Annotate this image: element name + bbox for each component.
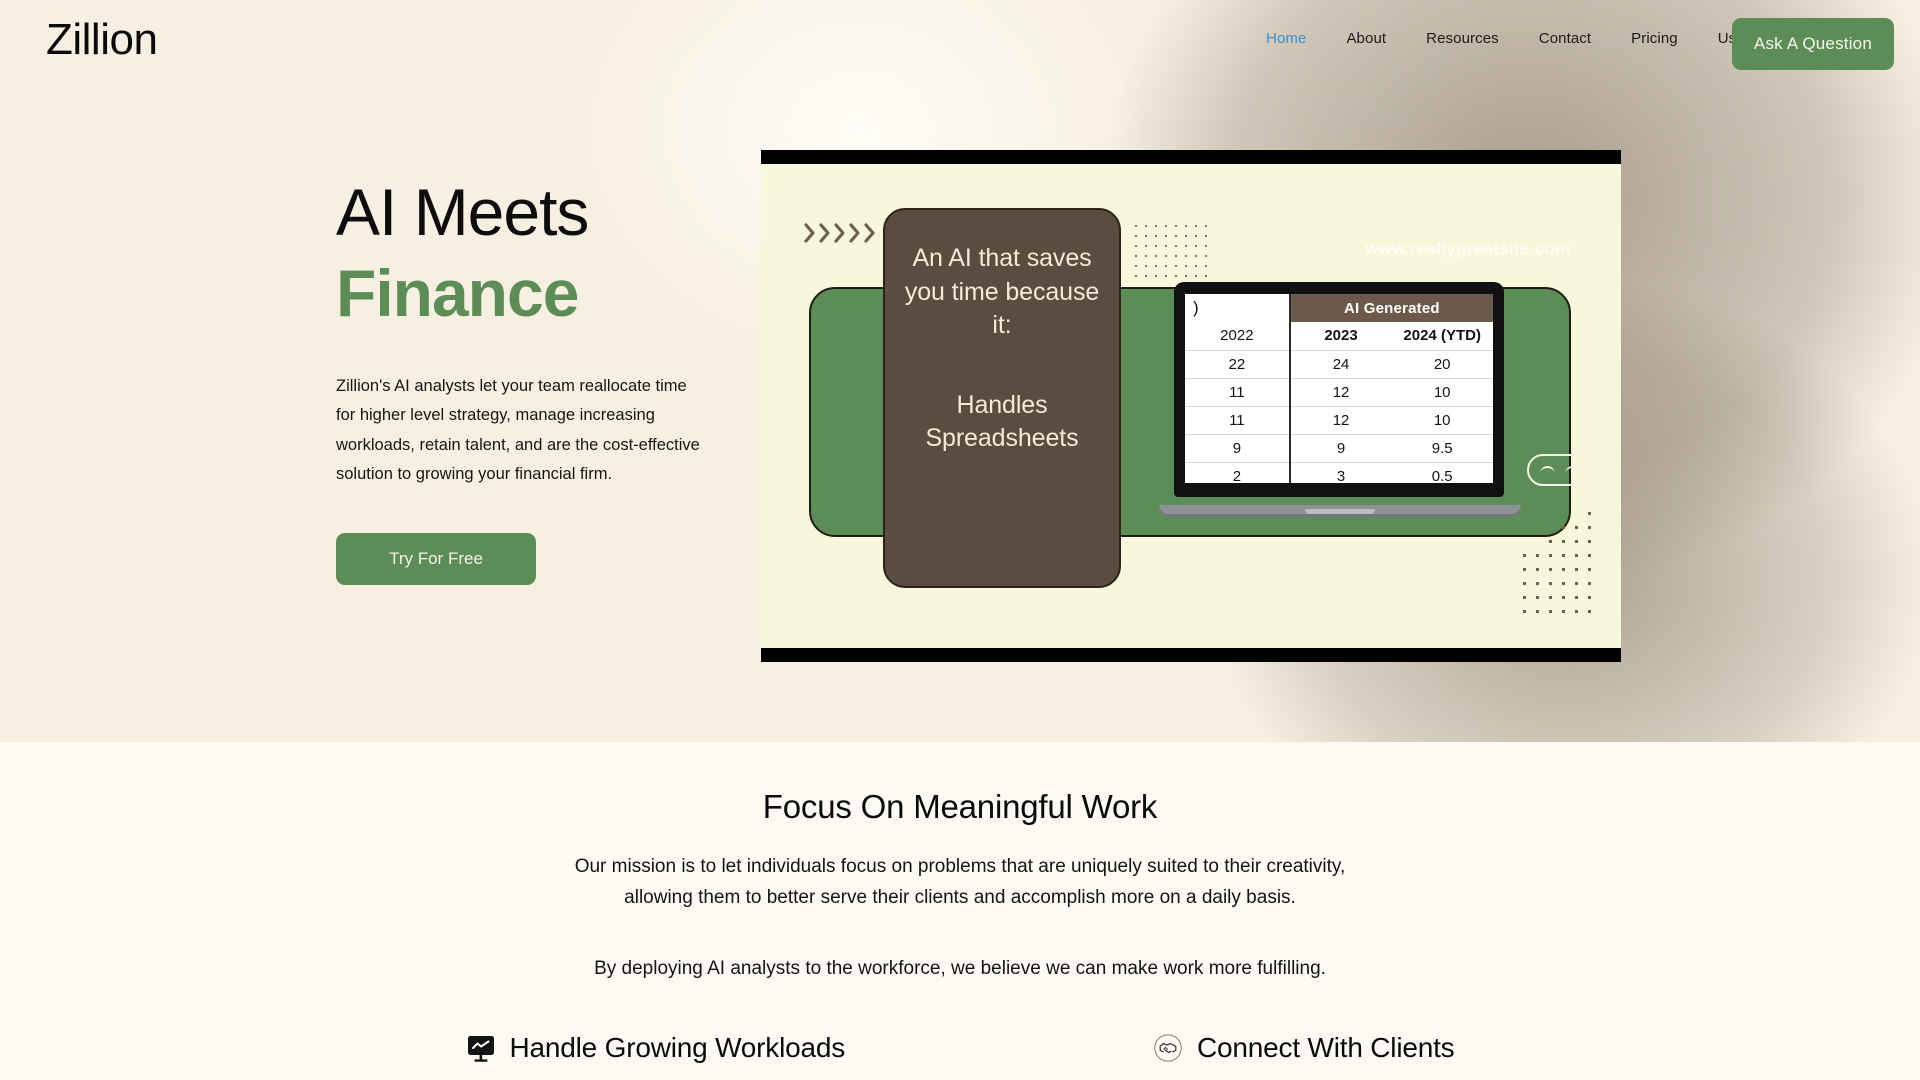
column-header-2024-ytd: 2024 (YTD) (1391, 322, 1493, 351)
nav-links: Home About Resources Contact Pricing Use… (1266, 30, 1792, 47)
features-row: Handle Growing Workloads Connect With Cl… (0, 1016, 1920, 1080)
card-top-bar (761, 150, 1621, 164)
cell: 12 (1289, 406, 1392, 435)
smiley-eye-right (1565, 466, 1581, 474)
section-title-focus-on-meaningful-work: Focus On Meaningful Work (762, 788, 1158, 825)
chevrons-icon (803, 222, 877, 244)
cell: 0.5 (1391, 462, 1493, 483)
nav-link-resources[interactable]: Resources (1426, 30, 1499, 47)
hero-paragraph: Zillion's AI analysts let your team real… (336, 376, 700, 483)
dot-triangle-pattern-icon (1506, 512, 1591, 634)
ask-a-question-button[interactable]: Ask A Question (1731, 18, 1894, 70)
mission-note: By deploying AI analysts to the workforc… (594, 957, 1326, 979)
cell: 10 (1391, 406, 1493, 435)
mission-body-line-2: allowing them to better serve their clie… (624, 886, 1296, 908)
spreadsheet-body: 22 24 20 11 12 10 11 12 10 9 9 9.5 2 3 0… (1185, 350, 1493, 483)
table-row-column-headers: 2022 2023 2024 (YTD) (1185, 322, 1493, 351)
merged-header-ai-generated: AI Generated (1289, 294, 1493, 322)
feature-item-handle-growing-workloads[interactable]: Handle Growing Workloads (466, 1016, 846, 1080)
laptop-screen: ) AI Generated 2022 2023 2024 (YTD) 22 2… (1185, 294, 1493, 483)
brand-logo[interactable]: Zillion (46, 18, 158, 62)
hero-copy-block: AI Meets Finance Zillion's AI analysts l… (336, 175, 766, 586)
partial-left-header: ) (1185, 294, 1291, 322)
cell: 10 (1391, 378, 1493, 407)
card-canvas: www.reallygreatsite.com ) AI Generated 2… (761, 164, 1621, 648)
card-bottom-bar (761, 648, 1621, 662)
column-header-2022: 2022 (1185, 322, 1291, 351)
cell: 12 (1289, 378, 1392, 407)
top-navigation-bar: Zillion Home About Resources Contact Pri… (0, 0, 1920, 78)
callout-line-2: Handles Spreadsheets (925, 390, 1079, 453)
nav-link-home[interactable]: Home (1266, 30, 1306, 47)
cell: 9.5 (1391, 434, 1493, 463)
cell: 11 (1185, 406, 1291, 435)
nav-link-pricing[interactable]: Pricing (1631, 30, 1678, 47)
smiley-face-icon (1527, 454, 1593, 486)
spreadsheet-head: ) AI Generated 2022 2023 2024 (YTD) (1185, 294, 1493, 351)
cell: 9 (1289, 434, 1392, 463)
callout-line-1: An AI that saves you time because it: (904, 244, 1100, 339)
spreadsheet-table: ) AI Generated 2022 2023 2024 (YTD) 22 2… (1185, 294, 1493, 483)
table-row-merged-header: ) AI Generated (1185, 294, 1493, 322)
cell: 24 (1289, 350, 1392, 379)
table-row: 11 12 10 (1185, 406, 1493, 435)
mission-body-line-1: Our mission is to let individuals focus … (574, 856, 1346, 877)
cell: 20 (1391, 350, 1493, 379)
laptop-lid: ) AI Generated 2022 2023 2024 (YTD) 22 2… (1174, 282, 1504, 497)
feature-label: Handle Growing Workloads (509, 1032, 846, 1063)
table-row: 2 3 0.5 (1185, 462, 1493, 483)
hero-title-line-2: Finance (336, 256, 579, 331)
nav-link-about[interactable]: About (1346, 30, 1386, 47)
table-row: 11 12 10 (1185, 378, 1493, 407)
monitor-chart-icon (466, 1033, 496, 1063)
cell: 9 (1185, 434, 1291, 463)
hero-illustration-card: www.reallygreatsite.com ) AI Generated 2… (761, 150, 1621, 662)
nav-link-contact[interactable]: Contact (1539, 30, 1591, 47)
hero-title-line-1: AI Meets (336, 175, 589, 249)
feature-label: Connect With Clients (1197, 1032, 1455, 1063)
laptop-base (1159, 505, 1521, 517)
laptop-notch (1305, 509, 1375, 514)
hero-section: Zillion Home About Resources Contact Pri… (0, 0, 1920, 742)
handshake-icon (1153, 1033, 1183, 1063)
smiley-eye-left (1539, 466, 1555, 474)
feature-item-connect-with-clients[interactable]: Connect With Clients (1153, 1016, 1455, 1080)
try-for-free-button[interactable]: Try For Free (336, 533, 536, 586)
mission-body: Our mission is to let individuals focus … (0, 852, 1920, 914)
column-header-2023: 2023 (1289, 322, 1392, 351)
cell: 3 (1289, 462, 1392, 483)
cell: 2 (1185, 462, 1291, 483)
table-row: 22 24 20 (1185, 350, 1493, 379)
dot-grid-pattern-icon (1131, 221, 1213, 279)
watermark-text: www.reallygreatsite.com (1365, 239, 1571, 258)
cell: 22 (1185, 350, 1291, 379)
table-row: 9 9 9.5 (1185, 434, 1493, 463)
laptop-illustration: ) AI Generated 2022 2023 2024 (YTD) 22 2… (1159, 282, 1521, 517)
callout-card: An AI that saves you time because it: Ha… (883, 208, 1121, 588)
mission-section: Focus On Meaningful Work Our mission is … (0, 742, 1920, 1080)
cell: 11 (1185, 378, 1291, 407)
